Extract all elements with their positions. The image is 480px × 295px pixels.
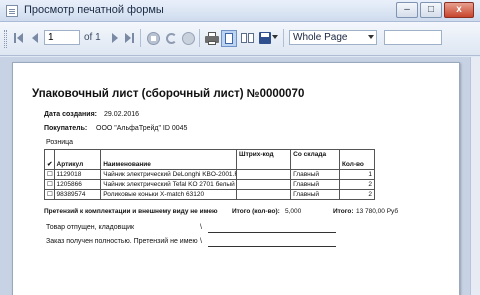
stop-icon[interactable] — [146, 31, 161, 46]
document-icon — [6, 5, 18, 17]
window-title: Просмотр печатной формы — [24, 4, 164, 16]
buyer-value: ООО "АльфаТрейд" ID 0045 — [96, 125, 188, 132]
cell-article: 1205866 — [53, 179, 102, 190]
maximize-button[interactable]: □ — [420, 2, 442, 18]
column-header: Штрих-код — [236, 149, 292, 170]
minimize-button[interactable]: – — [396, 2, 418, 18]
previous-page-icon[interactable] — [28, 31, 43, 46]
toolbar-separator — [199, 29, 200, 47]
toolbar-grip[interactable] — [4, 30, 7, 48]
row-checkbox[interactable]: ☐ — [44, 189, 55, 200]
cell-warehouse: Главный — [290, 169, 340, 180]
cell-barcode — [236, 179, 292, 190]
table-row: ☐ 1205866 Чайник электрический Tefal KO … — [44, 179, 376, 190]
buyer-label: Покупатель: — [44, 125, 88, 132]
row-checkbox[interactable]: ☐ — [44, 179, 55, 190]
table-header-row: ✔ Артикул Наименование Штрих-код Со скла… — [44, 149, 376, 170]
cell-name: Роликовые коньки X-match 63120 — [100, 189, 238, 200]
row-checkbox[interactable]: ☐ — [44, 169, 55, 180]
table-row: ☐ 98389574 Роликовые коньки X-match 6312… — [44, 189, 376, 200]
total-qty-label: Итого (кол-во): — [232, 208, 280, 215]
search-input[interactable] — [384, 30, 442, 45]
page-count-label: of 1 — [84, 32, 101, 43]
print-icon[interactable] — [204, 31, 219, 46]
zoom-value: Whole Page — [293, 32, 348, 43]
window-title-bar: Просмотр печатной формы – □ x — [0, 0, 480, 22]
cell-barcode — [236, 169, 292, 180]
toolbar-separator — [140, 29, 141, 47]
save-icon[interactable] — [258, 31, 273, 46]
column-header: Со склада — [290, 149, 340, 170]
first-page-icon[interactable] — [12, 31, 27, 46]
cell-qty: 2 — [338, 189, 376, 200]
signature-slash: \ — [200, 238, 202, 245]
cell-qty: 2 — [338, 179, 376, 190]
vertical-scrollbar[interactable] — [470, 57, 480, 295]
page-layout-icon[interactable] — [221, 30, 237, 47]
section-label: Розница — [46, 139, 74, 146]
cell-name: Чайник электрический DeLonghi KBO-2001.R — [100, 169, 238, 180]
column-header: Кол-во — [338, 149, 376, 170]
column-header: Наименование — [100, 149, 238, 170]
received-label: Заказ получен полностью. Претензий не им… — [46, 238, 198, 245]
cell-warehouse: Главный — [290, 189, 340, 200]
signature-line — [208, 232, 336, 233]
chevron-down-icon — [368, 35, 374, 39]
total-label: Итого: — [333, 208, 354, 215]
total-value: 13 780,00 Руб — [356, 208, 399, 215]
total-qty-value: 5,000 — [285, 208, 302, 215]
claims-text: Претензий к комплектации и внешнему виду… — [44, 208, 218, 215]
save-dropdown-chevron-icon[interactable] — [272, 35, 279, 41]
cell-barcode — [236, 189, 292, 200]
cell-warehouse: Главный — [290, 179, 340, 190]
table-row: ☐ 1129018 Чайник электрический DeLonghi … — [44, 169, 376, 180]
created-label: Дата создания: — [44, 111, 97, 118]
column-header: ✔ — [44, 149, 55, 170]
cell-article: 98389574 — [53, 189, 102, 200]
signature-slash: \ — [200, 224, 202, 231]
page-number-input[interactable]: 1 — [44, 30, 80, 45]
toolbar-separator — [283, 29, 284, 47]
refresh-icon[interactable] — [164, 31, 179, 46]
cell-name: Чайник электрический Tefal KO 2701 белый — [100, 179, 238, 190]
last-page-icon[interactable] — [122, 31, 137, 46]
created-value: 29.02.2016 — [104, 111, 140, 118]
page-setup-icon[interactable] — [240, 31, 255, 46]
close-button[interactable]: x — [444, 2, 474, 18]
document-title: Упаковочный лист (сборочный лист) №00000… — [32, 88, 305, 100]
zoom-select[interactable]: Whole Page — [289, 30, 377, 45]
released-label: Товар отпущен, кладовщик — [46, 224, 135, 231]
signature-line — [208, 246, 336, 247]
next-page-icon[interactable] — [108, 31, 123, 46]
cell-article: 1129018 — [53, 169, 102, 180]
info-icon[interactable] — [181, 31, 196, 46]
items-table: ✔ Артикул Наименование Штрих-код Со скла… — [44, 149, 376, 200]
column-header: Артикул — [53, 149, 102, 170]
cell-qty: 1 — [338, 169, 376, 180]
